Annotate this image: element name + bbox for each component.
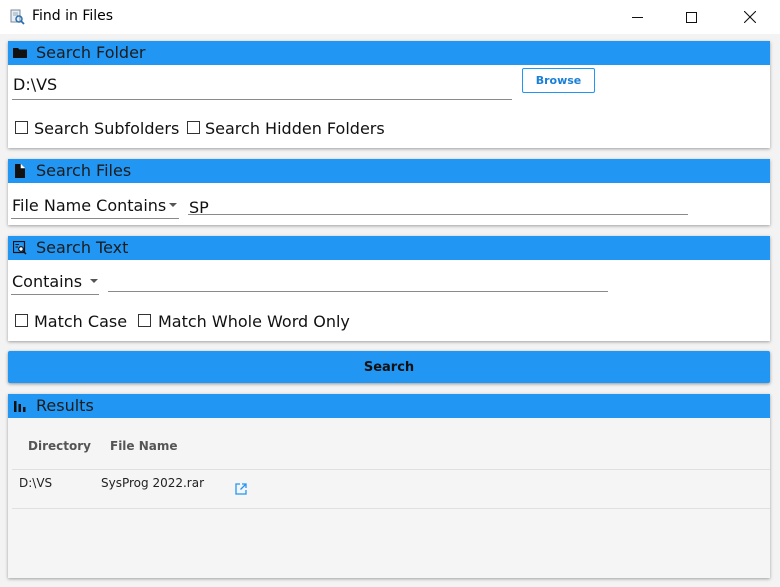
search-subfolders-label[interactable]: Search Subfolders [34, 119, 179, 138]
search-subfolders-checkbox[interactable] [15, 121, 28, 134]
search-hidden-folders-label[interactable]: Search Hidden Folders [205, 119, 385, 138]
close-button[interactable] [727, 0, 773, 34]
match-case-label[interactable]: Match Case [34, 312, 127, 331]
folder-path-input[interactable]: D:\VS [13, 75, 57, 94]
bar-chart-icon [14, 401, 26, 412]
match-whole-word-label[interactable]: Match Whole Word Only [158, 312, 350, 331]
folder-path-underline [12, 99, 512, 100]
search-files-title: Search Files [36, 161, 132, 180]
results-header: Results [8, 394, 770, 418]
search-folder-panel: Search Folder D:\VS Browse Search Subfol… [8, 41, 770, 148]
search-folder-header: Search Folder [8, 41, 770, 65]
search-files-header: Search Files [8, 159, 770, 183]
search-text-header: Search Text [8, 236, 770, 260]
results-title: Results [36, 396, 94, 415]
search-files-panel: Search Files File Name Contains SP [8, 159, 770, 225]
file-icon [15, 164, 25, 178]
search-text-title: Search Text [36, 238, 129, 257]
file-match-mode-select[interactable]: File Name Contains [12, 196, 166, 215]
window-title: Find in Files [32, 8, 114, 24]
text-match-mode-underline [11, 294, 99, 295]
folder-icon [13, 48, 27, 58]
text-search-icon [13, 241, 27, 255]
search-folder-title: Search Folder [36, 43, 146, 62]
file-match-mode-underline [11, 218, 179, 219]
column-header-directory[interactable]: Directory [28, 439, 91, 453]
row-divider [12, 508, 770, 509]
maximize-button[interactable] [668, 0, 714, 34]
close-icon [744, 11, 756, 23]
results-table: Directory File Name D:\VS SysProg 2022.r… [8, 418, 770, 578]
open-external-icon[interactable] [235, 483, 247, 495]
table-row[interactable]: D:\VS SysProg 2022.rar [12, 470, 770, 508]
search-hidden-folders-checkbox[interactable] [187, 121, 200, 134]
cell-file-name: SysProg 2022.rar [101, 476, 205, 490]
chevron-down-icon[interactable] [169, 203, 177, 207]
text-match-mode-select[interactable]: Contains [12, 272, 82, 291]
chevron-down-icon[interactable] [90, 279, 98, 283]
match-case-checkbox[interactable] [15, 314, 28, 327]
results-panel: Results Directory File Name D:\VS SysPro… [8, 394, 770, 578]
match-whole-word-checkbox[interactable] [138, 314, 151, 327]
title-bar: Find in Files [0, 0, 780, 34]
search-text-underline [108, 291, 608, 292]
cell-directory: D:\VS [19, 476, 53, 490]
browse-button[interactable]: Browse [522, 68, 595, 93]
app-icon [9, 9, 25, 25]
maximize-icon [685, 11, 697, 23]
column-header-file-name[interactable]: File Name [110, 439, 178, 453]
minimize-button[interactable] [614, 0, 660, 34]
search-button[interactable]: Search [8, 351, 770, 383]
minimize-icon [631, 16, 643, 18]
search-text-panel: Search Text Contains Match Case Match Wh… [8, 236, 770, 341]
file-pattern-underline [188, 214, 688, 215]
